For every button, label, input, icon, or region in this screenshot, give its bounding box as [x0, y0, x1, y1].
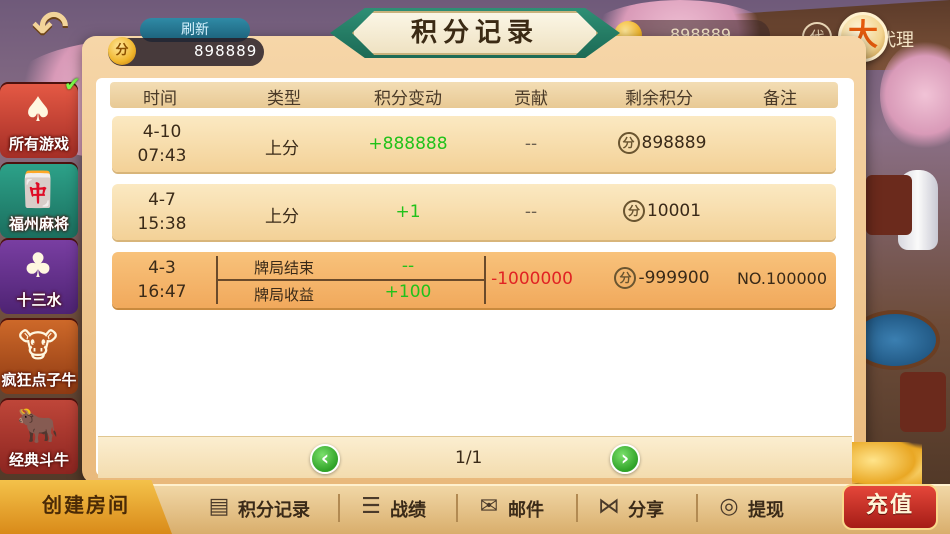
table-row: 4-7 15:38 上分 +1 -- 分 10001 — [112, 184, 836, 240]
row-note: NO.100000 — [736, 269, 828, 288]
fen-coin-icon: 分 — [108, 37, 136, 65]
column-header-time: 时间 — [143, 89, 177, 109]
row-balance: 分 10001 — [602, 200, 722, 222]
nav-withdraw[interactable]: ◎ 提现 — [714, 490, 800, 526]
bull-mascot-icon: 🐮 — [17, 326, 59, 366]
next-page-button[interactable]: › — [610, 444, 640, 474]
row-time: 16:47 — [137, 282, 187, 302]
row-time: 07:43 — [137, 146, 187, 166]
nav-share[interactable]: ⋈ 分享 — [594, 490, 680, 526]
recharge-button[interactable]: 充值 — [842, 484, 938, 530]
row-balance-value: -999900 — [638, 268, 710, 288]
row-contribution: -1000000 — [491, 269, 573, 289]
row-balance: 分 898889 — [602, 132, 722, 154]
column-header-balance: 剩余积分 — [625, 89, 693, 109]
row-contribution: -- — [524, 202, 538, 222]
row-type: 上分 — [265, 207, 299, 227]
nav-label: 分享 — [628, 500, 664, 521]
background-chair — [866, 175, 912, 235]
nav-label: 邮件 — [508, 500, 544, 521]
sidebar-item-label: 经典斗牛 — [8, 451, 69, 469]
cow-mascot-icon: 🐂 — [16, 406, 60, 446]
sidebar-item-label: 十三水 — [16, 291, 62, 309]
nav-divider — [696, 494, 698, 522]
nav-divider — [338, 494, 340, 522]
sidebar-item-label: 疯狂点子牛 — [1, 371, 77, 389]
row-sub-type: 牌局结束 — [253, 259, 314, 277]
background-chair — [900, 372, 946, 432]
scoreboard-icon: ☰ — [361, 494, 381, 519]
club-suit-icon: ♣ — [22, 246, 54, 286]
row-sub-change: +100 — [384, 282, 432, 302]
selected-check-icon: ✔ — [64, 72, 81, 96]
row-change: +1 — [395, 202, 421, 222]
nav-label: 战绩 — [390, 500, 426, 521]
row-time: 15:38 — [137, 214, 187, 234]
mail-icon: ✉ — [479, 494, 499, 519]
row-contribution: -- — [524, 134, 538, 154]
fen-coin-icon: 分 — [614, 267, 637, 289]
nav-mail[interactable]: ✉ 邮件 — [474, 490, 560, 526]
sidebar-item-label: 福州麻将 — [8, 215, 69, 233]
prev-page-button[interactable]: ‹ — [310, 444, 340, 474]
panel-title: 积分记录 — [352, 11, 598, 55]
row-divider — [216, 279, 484, 281]
sidebar-item-thirteen[interactable]: ♣ 十三水 — [0, 238, 78, 314]
coin-balance-value: 898889 — [194, 42, 258, 60]
sidebar-item-fuzhou-mahjong[interactable]: 🀄 福州麻将 — [0, 162, 78, 238]
row-type: 上分 — [265, 139, 299, 159]
sidebar-item-crazy-bull[interactable]: 🐮 疯狂点子牛 — [0, 318, 78, 394]
nav-score-record[interactable]: ▤ 积分记录 — [204, 490, 324, 526]
column-header-type: 类型 — [267, 89, 301, 109]
create-room-button[interactable]: 创建房间 — [0, 480, 172, 534]
nav-battle-record[interactable]: ☰ 战绩 — [356, 490, 442, 526]
row-balance-value: 10001 — [646, 201, 702, 221]
row-date: 4-10 — [142, 122, 182, 142]
mahjong-tile-icon: 🀄 — [16, 170, 60, 210]
row-date: 4-7 — [148, 190, 176, 210]
row-balance: 分 -999900 — [602, 267, 722, 289]
nav-divider — [576, 494, 578, 522]
coin-balance-pill: 分 898889 — [108, 37, 264, 66]
table-row: 4-10 07:43 上分 +888888 -- 分 898889 — [112, 116, 836, 172]
back-arrow-icon[interactable]: ↶ — [32, 6, 84, 52]
row-sub-type: 牌局收益 — [253, 286, 314, 304]
fen-coin-icon: 分 — [622, 200, 645, 222]
nav-divider — [456, 494, 458, 522]
column-header-contribution: 贡献 — [514, 89, 548, 109]
fen-coin-icon: 分 — [617, 132, 640, 154]
table-row-highlighted: 4-3 16:47 牌局结束 -- 牌局收益 +100 -1000000 分 -9… — [112, 252, 836, 308]
gold-coins-icon — [852, 442, 922, 488]
column-header-note: 备注 — [763, 89, 797, 109]
row-change: +888888 — [368, 134, 448, 154]
row-sub-change: -- — [401, 256, 415, 276]
table-header: 时间 类型 积分变动 贡献 剩余积分 备注 — [110, 82, 838, 109]
sidebar-item-classic-bull[interactable]: 🐂 经典斗牛 — [0, 398, 78, 474]
row-balance-value: 898889 — [641, 133, 707, 153]
row-date: 4-3 — [148, 258, 176, 278]
sidebar-item-label: 所有游戏 — [8, 135, 69, 153]
playing-cards-icon: ♠ — [22, 90, 54, 130]
nav-label: 积分记录 — [238, 500, 310, 521]
coin-stack-icon: ◎ — [719, 494, 739, 519]
share-icon: ⋈ — [598, 494, 620, 519]
game-sidebar: ♠ 所有游戏 🀄 福州麻将 ♣ 十三水 🐮 疯狂点子牛 🐂 经典斗牛 — [0, 72, 80, 474]
nav-label: 提现 — [748, 500, 784, 521]
page-indicator: 1/1 — [455, 448, 483, 468]
column-header-change: 积分变动 — [374, 89, 442, 109]
ledger-icon: ▤ — [208, 494, 230, 519]
